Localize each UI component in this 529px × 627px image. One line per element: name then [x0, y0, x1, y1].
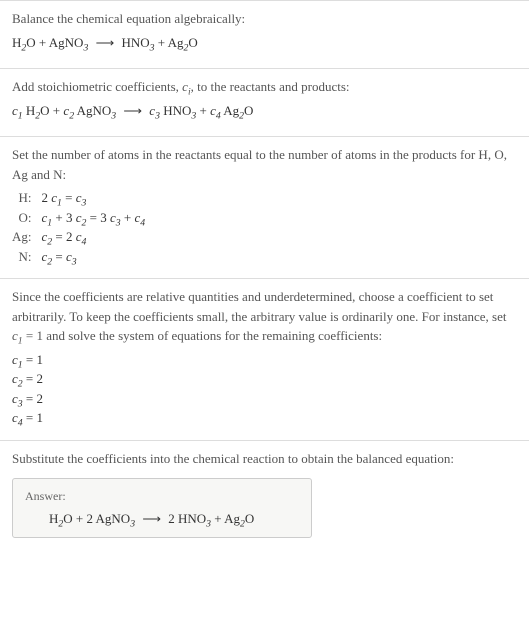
coefficient-list: c1 = 1 c2 = 2 c3 = 2 c4 = 1	[12, 350, 517, 428]
coeff-value: c4 = 1	[12, 408, 517, 428]
answer-equation: H2O + 2 AgNO3 ⟶ 2 HNO3 + Ag2O	[25, 509, 299, 529]
section-balance-intro: Balance the chemical equation algebraica…	[0, 0, 529, 68]
atom-row: O: c1 + 3 c2 = 3 c3 + c4	[12, 208, 145, 228]
intro-text: Set the number of atoms in the reactants…	[12, 145, 517, 184]
atom-row: N: c2 = c3	[12, 247, 145, 267]
atom-label: Ag:	[12, 227, 42, 247]
section-solve-coeffs: Since the coefficients are relative quan…	[0, 278, 529, 440]
atom-label: N:	[12, 247, 42, 267]
section-answer: Substitute the coefficients into the che…	[0, 440, 529, 550]
coeff-value: c2 = 2	[12, 369, 517, 389]
atom-label: O:	[12, 208, 42, 228]
intro-text: Balance the chemical equation algebraica…	[12, 9, 517, 29]
atom-label: H:	[12, 188, 42, 208]
section-stoichiometric: Add stoichiometric coefficients, ci, to …	[0, 68, 529, 136]
atom-equation: c2 = c3	[42, 247, 146, 267]
intro-text: Substitute the coefficients into the che…	[12, 449, 517, 469]
atom-row: Ag: c2 = 2 c4	[12, 227, 145, 247]
equation-with-coeffs: c1 H2O + c2 AgNO3 ⟶ c3 HNO3 + c4 Ag2O	[12, 101, 517, 121]
atom-equation: 2 c1 = c3	[42, 188, 146, 208]
atom-equation: c2 = 2 c4	[42, 227, 146, 247]
coeff-value: c1 = 1	[12, 350, 517, 370]
atom-row: H: 2 c1 = c3	[12, 188, 145, 208]
atom-equation: c1 + 3 c2 = 3 c3 + c4	[42, 208, 146, 228]
intro-text: Add stoichiometric coefficients, ci, to …	[12, 77, 517, 97]
answer-box: Answer: H2O + 2 AgNO3 ⟶ 2 HNO3 + Ag2O	[12, 478, 312, 538]
answer-label: Answer:	[25, 487, 299, 505]
equation-unbalanced: H2O + AgNO3 ⟶ HNO3 + Ag2O	[12, 33, 517, 53]
atom-equations-table: H: 2 c1 = c3 O: c1 + 3 c2 = 3 c3 + c4 Ag…	[12, 188, 145, 266]
intro-text: Since the coefficients are relative quan…	[12, 287, 517, 346]
section-atom-equations: Set the number of atoms in the reactants…	[0, 136, 529, 278]
coeff-value: c3 = 2	[12, 389, 517, 409]
